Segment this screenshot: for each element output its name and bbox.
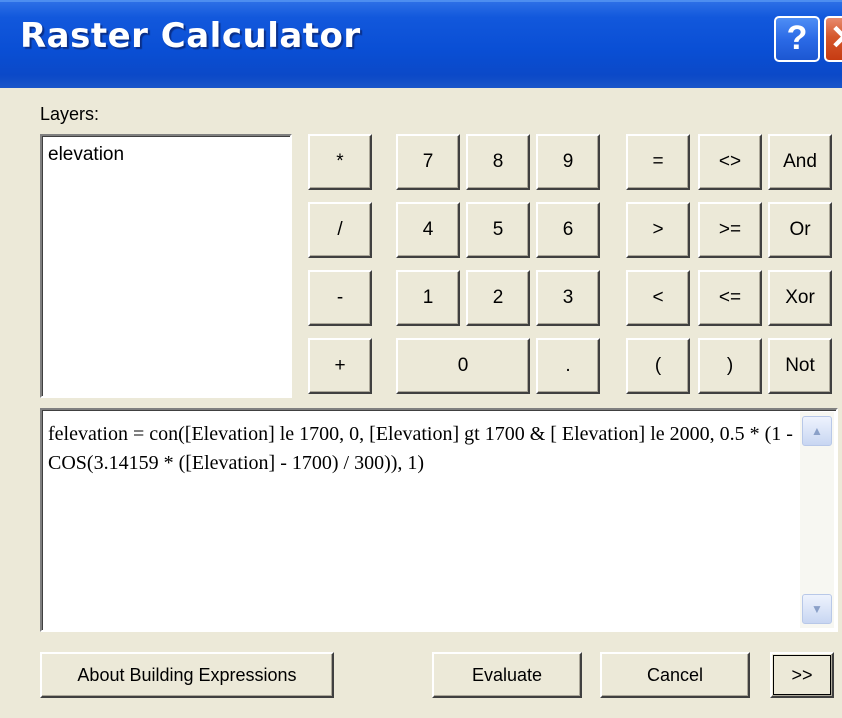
digit-5-button[interactable]: 5 (466, 202, 530, 258)
greater-equal-button[interactable]: >= (698, 202, 762, 258)
close-button[interactable]: ✕ (824, 16, 842, 62)
divide-button[interactable]: / (308, 202, 372, 258)
digit-3-button[interactable]: 3 (536, 270, 600, 326)
greater-than-button[interactable]: > (626, 202, 690, 258)
more-options-button[interactable]: >> (770, 652, 834, 698)
multiply-button[interactable]: * (308, 134, 372, 190)
about-building-expressions-button[interactable]: About Building Expressions (40, 652, 334, 698)
less-than-button[interactable]: < (626, 270, 690, 326)
digit-2-button[interactable]: 2 (466, 270, 530, 326)
less-equal-button[interactable]: <= (698, 270, 762, 326)
raster-calculator-dialog: Raster Calculator ? ✕ Layers: elevation … (0, 0, 842, 718)
layers-label: Layers: (40, 104, 100, 124)
title-bar[interactable]: Raster Calculator ? ✕ (0, 0, 842, 88)
not-button[interactable]: Not (768, 338, 832, 394)
close-icon: ✕ (830, 19, 842, 57)
digit-8-button[interactable]: 8 (466, 134, 530, 190)
digit-7-button[interactable]: 7 (396, 134, 460, 190)
not-equal-button[interactable]: <> (698, 134, 762, 190)
layers-list[interactable]: elevation (40, 134, 292, 398)
close-paren-button[interactable]: ) (698, 338, 762, 394)
scroll-up-icon[interactable]: ▲ (802, 416, 832, 446)
xor-button[interactable]: Xor (768, 270, 832, 326)
digit-9-button[interactable]: 9 (536, 134, 600, 190)
evaluate-button[interactable]: Evaluate (432, 652, 582, 698)
digit-1-button[interactable]: 1 (396, 270, 460, 326)
minus-button[interactable]: - (308, 270, 372, 326)
dialog-title: Raster Calculator (20, 16, 361, 56)
layer-item-elevation[interactable]: elevation (48, 144, 124, 166)
expression-textarea[interactable]: felevation = con([Elevation] le 1700, 0,… (40, 408, 838, 632)
and-button[interactable]: And (768, 134, 832, 190)
or-button[interactable]: Or (768, 202, 832, 258)
digit-4-button[interactable]: 4 (396, 202, 460, 258)
help-icon: ? (786, 19, 808, 57)
plus-button[interactable]: + (308, 338, 372, 394)
digit-6-button[interactable]: 6 (536, 202, 600, 258)
equal-button[interactable]: = (626, 134, 690, 190)
expression-text[interactable]: felevation = con([Elevation] le 1700, 0,… (48, 420, 798, 478)
help-button[interactable]: ? (774, 16, 820, 62)
digit-0-button[interactable]: 0 (396, 338, 530, 394)
expression-scrollbar[interactable]: ▲ ▼ (800, 412, 834, 628)
scroll-down-icon[interactable]: ▼ (802, 594, 832, 624)
open-paren-button[interactable]: ( (626, 338, 690, 394)
decimal-point-button[interactable]: . (536, 338, 600, 394)
cancel-button[interactable]: Cancel (600, 652, 750, 698)
